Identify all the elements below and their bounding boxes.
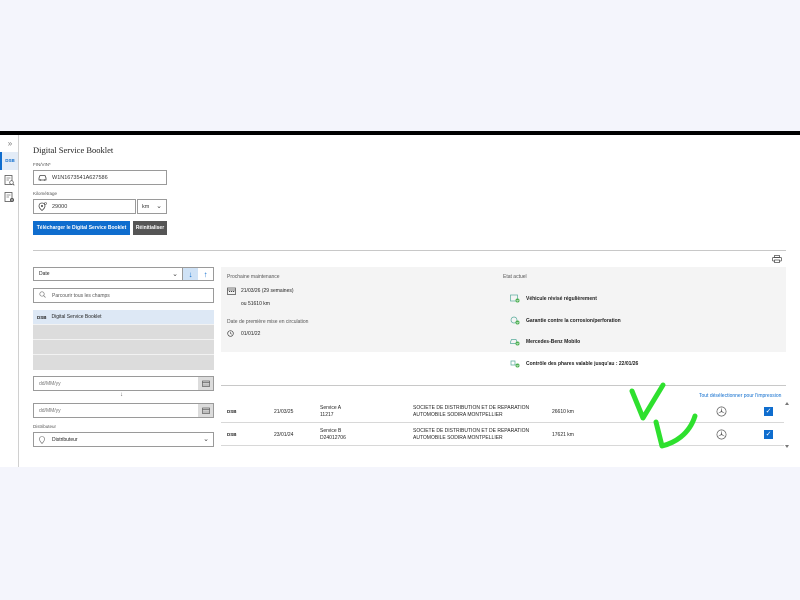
sort-control: Date ⌄ ↓ ↑ [33, 267, 214, 281]
green-checkmark-annotation [629, 382, 698, 449]
row-dealer-line1: SOCIETE DE DISTRIBUTION ET DE REPARATION [413, 405, 530, 411]
chevron-down-icon: ⌄ [203, 436, 209, 443]
calendar-icon[interactable] [198, 404, 213, 417]
corrosion-check-icon [510, 316, 520, 325]
list-item-label: Digital Service Booklet [51, 314, 102, 320]
service-check-icon [510, 294, 520, 303]
sort-value: Date [39, 271, 50, 277]
range-arrow: ↓ [120, 392, 123, 398]
fin-value: W1N1673541A627586 [52, 174, 108, 181]
row-service: Service B [320, 428, 342, 434]
row-dealer-line2: AUTOMOBILE SODIRA MONTPELLIER [413, 435, 503, 441]
row-km: 26610 km [552, 409, 574, 415]
expand-icon[interactable]: » [5, 139, 15, 149]
list-item-empty [33, 355, 214, 370]
side-rail: » DSB [0, 135, 19, 467]
print-checkbox[interactable]: ✓ [764, 430, 773, 439]
mileage-label: Kilométrage [33, 191, 58, 196]
mercedes-star-icon [716, 406, 727, 417]
search-input[interactable]: Parcourir tous les champs [33, 288, 214, 303]
print-checkbox[interactable]: ✓ [764, 407, 773, 416]
printer-icon[interactable] [772, 255, 782, 263]
row-dealer-line2: AUTOMOBILE SODIRA MONTPELLIER [413, 412, 503, 418]
vehicle-info-panel: Prochaine maintenance 21/03/26 (29 semai… [221, 267, 786, 352]
date-to-input[interactable]: dd/MM/yy [33, 403, 214, 418]
row-code: D24012706 [320, 435, 346, 441]
fin-label: FIN/VIN* [33, 162, 51, 167]
divider [33, 250, 786, 251]
download-button[interactable]: Télécharger le Digital Service Booklet [33, 221, 130, 235]
reset-button[interactable]: Réinitialiser [133, 221, 167, 235]
page-title: Digital Service Booklet [33, 145, 114, 155]
sort-ascending-button[interactable]: ↑ [198, 268, 213, 280]
list-item-empty [33, 325, 214, 340]
calendar-icon[interactable] [198, 377, 213, 390]
chevron-down-icon: ⌄ [172, 271, 178, 278]
mileage-value: 29000 [52, 203, 68, 210]
unit-value: km [142, 203, 150, 210]
document-settings-icon[interactable] [4, 192, 15, 203]
document-search-icon[interactable] [4, 175, 15, 186]
state-text: Mercedes-Benz Mobilo [526, 338, 581, 345]
row-date: 23/01/24 [274, 432, 294, 438]
fin-field[interactable]: W1N1673541A627586 [33, 170, 167, 185]
table-scrollbar[interactable] [784, 401, 790, 449]
list-item-empty [33, 340, 214, 355]
next-maintenance-date: 21/03/26 (29 semaines) [241, 288, 294, 294]
scroll-up-icon [785, 402, 789, 405]
scroll-down-icon [785, 445, 789, 448]
headlight-check-icon [510, 360, 520, 368]
state-text: Véhicule révisé régulièrement [526, 295, 597, 302]
row-tag: DSB [227, 409, 237, 414]
date-to-placeholder: dd/MM/yy [39, 407, 61, 414]
current-state-label: Etat actuel [503, 274, 527, 280]
mileage-field[interactable]: 29000 [33, 199, 136, 214]
search-icon [39, 291, 46, 300]
mercedes-star-icon [716, 429, 727, 440]
date-from-placeholder: dd/MM/yy [39, 380, 61, 387]
next-maintenance-label: Prochaine maintenance [227, 274, 280, 280]
distributor-label: Distributeur [33, 424, 57, 429]
list-item-dsb[interactable]: DSB Digital Service Booklet [33, 310, 214, 325]
state-item: Contrôle des phares valable jusqu'au : 2… [510, 359, 638, 368]
date-from-input[interactable]: dd/MM/yy [33, 376, 214, 391]
sort-descending-button[interactable]: ↓ [183, 268, 198, 280]
rail-item-dsb[interactable]: DSB [0, 152, 18, 170]
location-icon [39, 435, 45, 444]
odometer-icon [38, 202, 47, 211]
calendar-icon [227, 287, 236, 295]
distributor-value: Distributeur [52, 436, 78, 443]
row-tag: DSB [227, 432, 237, 437]
state-item: Mercedes-Benz Mobilo [510, 337, 580, 346]
state-text: Contrôle des phares valable jusqu'au : 2… [526, 360, 639, 367]
app-window: » DSB Digital Service Booklet FIN/VIN* W… [0, 135, 800, 467]
unit-select[interactable]: km ⌄ [137, 199, 167, 214]
row-date: 21/03/25 [274, 409, 294, 415]
car-icon [38, 173, 47, 182]
search-placeholder: Parcourir tous les champs [52, 292, 110, 299]
next-maintenance-km: ou 51610 km [241, 301, 270, 307]
clock-icon [227, 330, 234, 337]
state-item: Véhicule révisé régulièrement [510, 294, 597, 303]
first-registration-value: 01/01/22 [241, 331, 261, 337]
mobilo-check-icon [510, 339, 520, 346]
chevron-down-icon: ⌄ [156, 203, 162, 210]
first-registration-label: Date de première mise en circulation [227, 319, 309, 325]
row-code: 11217 [320, 412, 334, 418]
source-list: DSB Digital Service Booklet [33, 310, 214, 370]
deselect-all-link[interactable]: Tout désélectionner pour l'impression [699, 393, 781, 399]
sort-select[interactable]: Date ⌄ [34, 268, 183, 280]
distributor-select[interactable]: Distributeur ⌄ [33, 432, 214, 447]
row-service: Service A [320, 405, 342, 411]
state-item: Garantie contre la corrosion/perforation [510, 316, 621, 325]
row-km: 17621 km [552, 432, 574, 438]
state-text: Garantie contre la corrosion/perforation [526, 317, 621, 324]
row-dealer-line1: SOCIETE DE DISTRIBUTION ET DE REPARATION [413, 428, 530, 434]
main-content: Digital Service Booklet FIN/VIN* W1N1673… [19, 135, 800, 467]
dsb-tag: DSB [37, 314, 47, 320]
